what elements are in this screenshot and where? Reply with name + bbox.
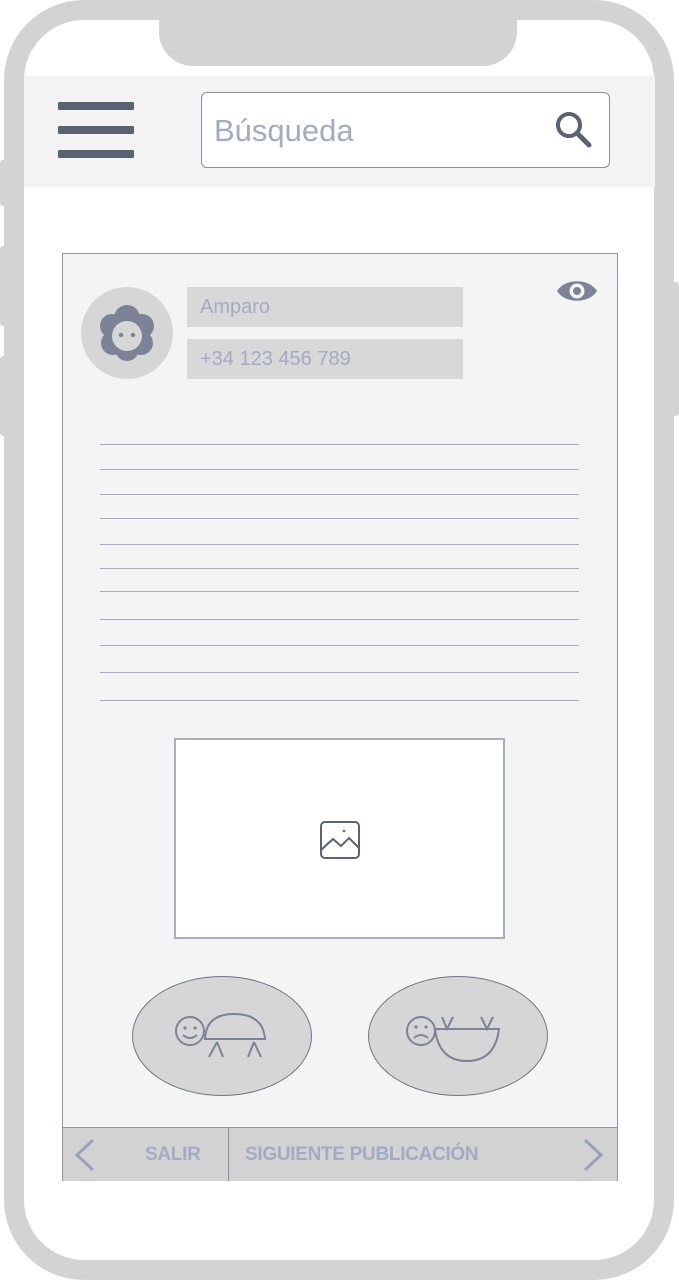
reaction-happy-turtle-button[interactable] [132,976,312,1096]
search-input[interactable] [212,109,536,153]
text-line [100,444,579,445]
image-icon [320,821,360,859]
reaction-sad-crab-button[interactable] [368,976,548,1096]
text-line [100,700,579,701]
next-post-label: SIGUIENTE PUBLICACIÓN [245,1144,479,1165]
text-line [100,494,579,495]
text-line [100,469,579,470]
app-header [24,76,655,187]
hamburger-icon[interactable] [58,102,134,158]
chevron-right-icon [583,1138,604,1172]
text-line [100,518,579,519]
post-card: Amparo +34 123 456 789 SALIR SIGUIENTE P… [62,253,618,1181]
next-post-button[interactable]: SIGUIENTE PUBLICACIÓN [229,1128,617,1181]
exit-button[interactable]: SALIR [63,1128,229,1181]
text-line [100,591,579,592]
phone-notch [159,0,517,66]
author-name-field: Amparo [187,287,463,327]
text-line [100,544,579,545]
text-line [100,619,579,620]
text-line [100,645,579,646]
search-icon[interactable] [553,109,595,151]
author-phone-field: +34 123 456 789 [187,339,463,379]
eye-icon[interactable] [555,274,599,308]
user-avatar-icon [81,287,173,379]
chevron-left-icon [74,1138,95,1172]
search-bar [201,92,610,168]
happy-turtle-icon [175,1012,267,1058]
sad-crab-icon [406,1016,501,1063]
exit-label: SALIR [145,1144,201,1165]
text-line [100,672,579,673]
post-image-placeholder [174,738,505,939]
text-line [100,568,579,569]
bottom-action-bar: SALIR SIGUIENTE PUBLICACIÓN [63,1127,617,1181]
